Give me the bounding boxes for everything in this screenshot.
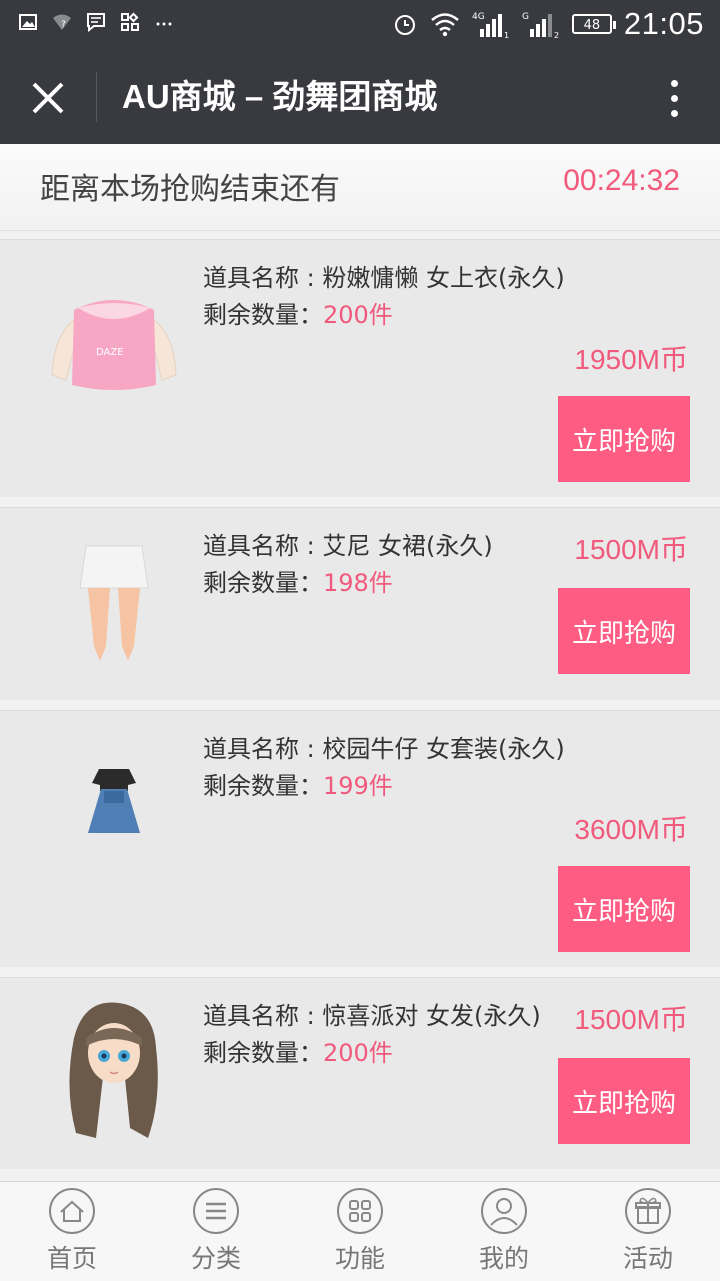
tab-home[interactable]: 首页 [0,1182,144,1281]
quantity-label: 剩余数量： [203,569,323,597]
countdown-label: 距离本场抢购结束还有 [40,172,340,207]
quantity-value: 200件 [323,1039,393,1067]
item-price: 1500M币 [574,534,688,565]
flash-sale-countdown: 距离本场抢购结束还有 00:24:32 [0,144,720,231]
gift-icon [625,1188,671,1234]
menu-icon [193,1188,239,1234]
svg-text:1: 1 [504,31,509,39]
status-left-icons: ? [18,12,174,32]
product-card: 道具名称 : 惊喜派对 女发(永久) 剩余数量：200件 1500M币 立即抢购 [0,977,720,1169]
status-clock: 21:05 [623,6,704,41]
svg-text:DAZE: DAZE [96,347,124,358]
tab-features[interactable]: 功能 [288,1182,432,1281]
denim-dress-image [88,769,140,833]
item-name: 道具名称 : 校园牛仔 女套装(永久) [203,735,565,763]
bottom-tab-bar: 首页 分类 功能 我的 活动 [0,1181,720,1281]
more-dots-icon [156,22,172,26]
svg-text:G: G [522,12,529,22]
product-card: DAZE 道具名称 : 粉嫩慵懒 女上衣(永久) 剩余数量：200件 1950M… [0,239,720,497]
item-quantity: 剩余数量：198件 [203,563,393,598]
wifi-question-icon: ? [53,14,71,30]
buy-now-button[interactable]: 立即抢购 [558,1058,690,1144]
tab-label: 分类 [190,1244,241,1273]
buy-now-button[interactable]: 立即抢购 [558,396,690,482]
pink-top-image: DAZE [51,300,177,390]
apps-icon [121,12,139,31]
item-quantity: 剩余数量：200件 [203,1033,393,1068]
signal-4g-1-icon: 4G 1 [472,12,509,39]
tab-label: 首页 [46,1244,97,1273]
quantity-label: 剩余数量： [203,301,323,329]
user-icon [481,1188,527,1234]
item-price: 1950M币 [574,344,688,375]
more-options-icon[interactable] [664,76,684,120]
battery-level: 48 [583,18,601,33]
battery-icon: 48 [571,14,616,34]
brown-hair-image [69,1002,158,1138]
alarm-icon [394,15,415,35]
status-bar: ? 4G 1 G2 48 21:05 [0,0,720,50]
wifi-icon [431,13,459,37]
tab-mine[interactable]: 我的 [432,1182,576,1281]
quantity-value: 199件 [323,772,393,800]
grid-icon [337,1188,383,1234]
page-title: AU商城 – 劲舞团商城 [122,78,438,115]
item-price: 1500M币 [574,1004,688,1035]
svg-text:2: 2 [554,31,559,39]
status-right: 4G 1 G2 48 21:05 [392,6,704,42]
item-name: 道具名称 : 艾尼 女裙(永久) [203,532,493,560]
tab-category[interactable]: 分类 [144,1182,288,1281]
message-icon [87,13,105,32]
signal-g-2-icon: G2 [522,12,559,39]
countdown-time: 00:24:32 [563,164,680,197]
item-name: 道具名称 : 粉嫩慵懒 女上衣(永久) [203,264,565,292]
tab-label: 活动 [622,1244,673,1273]
item-name: 道具名称 : 惊喜派对 女发(永久) [203,1002,541,1030]
close-icon[interactable] [22,72,74,124]
top-bar: AU商城 – 劲舞团商城 [0,50,720,144]
product-card: 道具名称 : 校园牛仔 女套装(永久) 剩余数量：199件 3600M币 立即抢… [0,710,720,967]
item-quantity: 剩余数量：200件 [203,295,393,330]
quantity-label: 剩余数量： [203,772,323,800]
white-skirt-image [79,545,149,661]
svg-text:?: ? [61,20,66,30]
svg-text:4G: 4G [472,12,485,22]
quantity-value: 198件 [323,569,393,597]
buy-now-button[interactable]: 立即抢购 [558,866,690,952]
buy-now-button[interactable]: 立即抢购 [558,588,690,674]
tab-activity[interactable]: 活动 [576,1182,720,1281]
tab-label: 功能 [334,1244,385,1273]
tab-label: 我的 [478,1244,529,1273]
product-card: 道具名称 : 艾尼 女裙(永久) 剩余数量：198件 1500M币 立即抢购 [0,507,720,700]
item-price: 3600M币 [574,814,688,845]
home-icon [49,1188,95,1234]
quantity-value: 200件 [323,301,393,329]
item-quantity: 剩余数量：199件 [203,766,393,801]
image-icon [19,14,37,30]
header-divider [96,72,97,122]
quantity-label: 剩余数量： [203,1039,323,1067]
